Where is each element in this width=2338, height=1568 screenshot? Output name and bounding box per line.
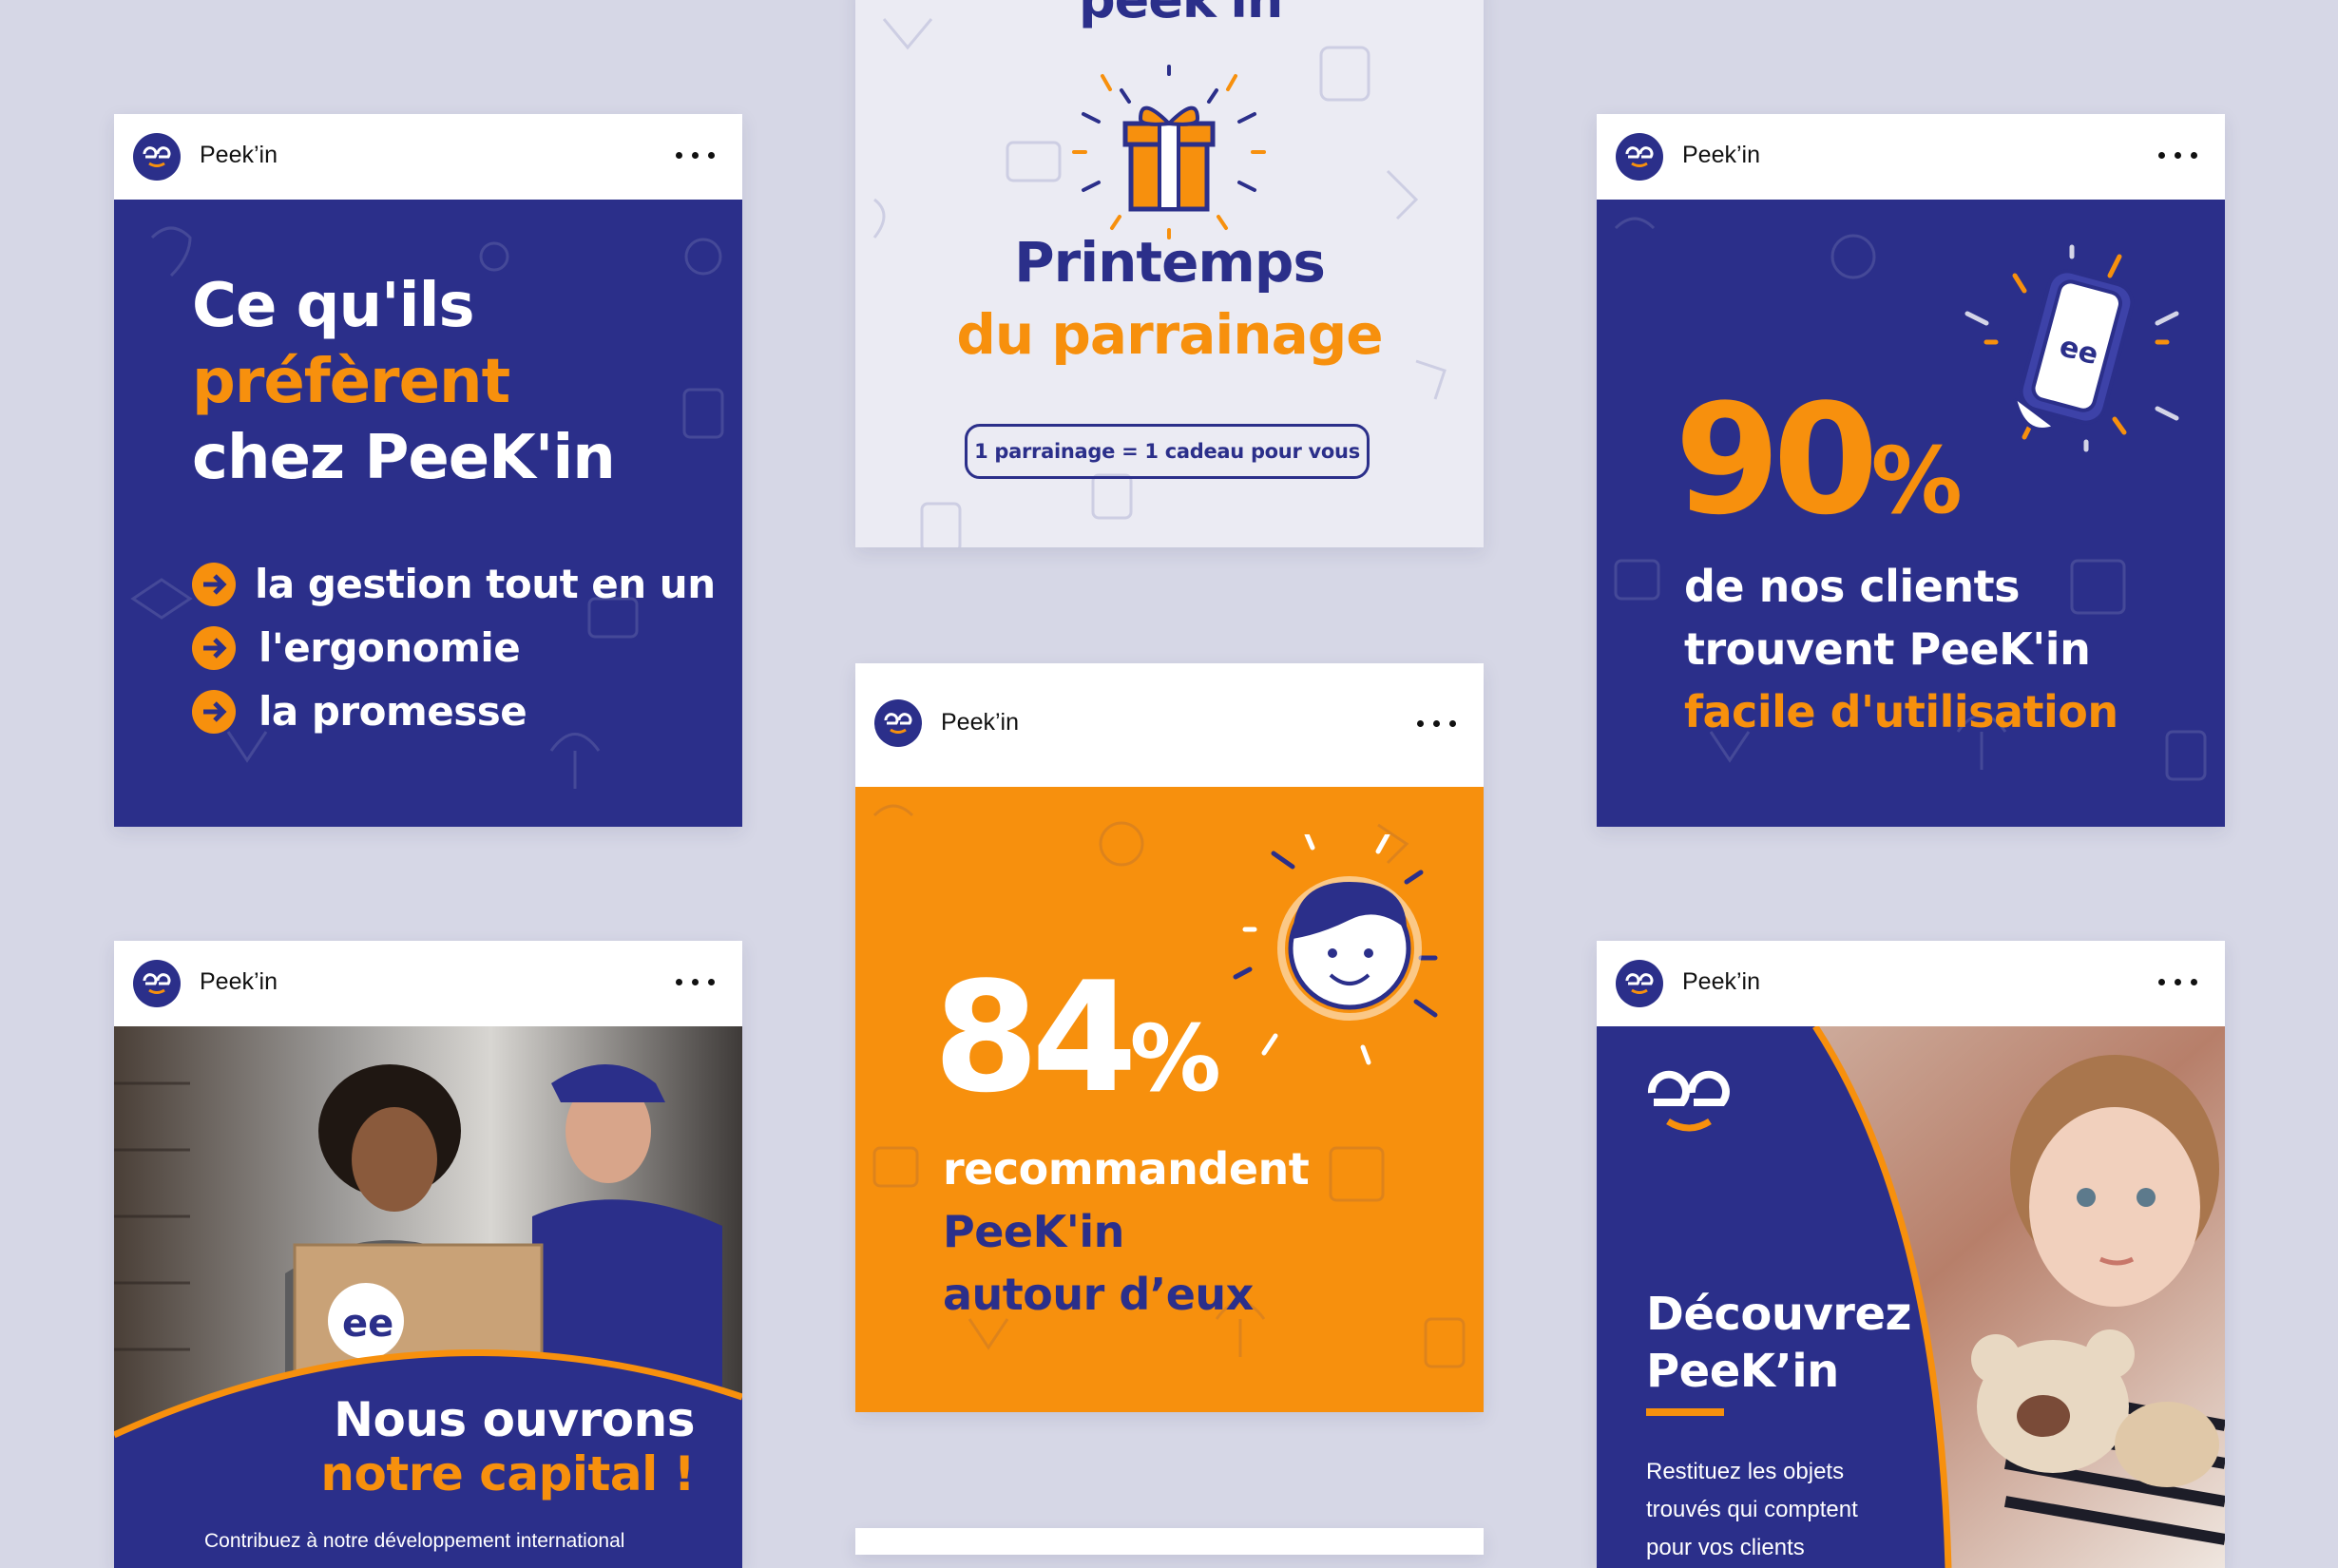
stat-line1: recommandent	[943, 1143, 1310, 1195]
body-line2: trouvés qui comptent	[1646, 1497, 1858, 1522]
brand-avatar[interactable]	[1616, 133, 1663, 181]
stat-percent: %	[1129, 1005, 1221, 1112]
stat-line3: facile d'utilisation	[1684, 686, 2118, 737]
arrow-right-icon	[192, 563, 236, 606]
arrow-right-icon	[192, 626, 236, 670]
stat-line2: PeeK'in	[943, 1206, 1124, 1257]
brand-avatar[interactable]	[133, 133, 181, 181]
ellipsis-icon[interactable]	[676, 979, 716, 986]
headline-line2: préfèrent	[192, 347, 510, 417]
post-header: Peek’in	[1597, 114, 2225, 200]
post-card-partial[interactable]	[855, 1528, 1484, 1555]
headline-line1: Ce qu'ils	[192, 271, 475, 341]
post-card-ease-of-use[interactable]: Peek’in ee 90% de nos clients trouvent P…	[1597, 114, 2225, 827]
list-item-label: la promesse	[259, 688, 527, 735]
post-image: 84% recommandent PeeK'in autour d’eux	[855, 787, 1484, 1412]
list-item-label: l'ergonomie	[259, 624, 521, 671]
headline-line2: PeeK’in	[1646, 1345, 1839, 1398]
phone-icon: ee	[1964, 244, 2179, 452]
svg-text:ee: ee	[342, 1302, 393, 1346]
stat-number: 84	[933, 948, 1138, 1126]
brand-avatar[interactable]	[874, 699, 922, 747]
stat-percent: %	[1870, 428, 1963, 534]
post-card-preferences[interactable]: Peek’in Ce qu'ils préfèrent chez PeeK'in…	[114, 114, 742, 827]
list-item-label: la gestion tout en un	[255, 561, 716, 607]
ellipsis-icon[interactable]	[1417, 720, 1457, 728]
post-header: Peek’in	[114, 114, 742, 200]
post-card-discover[interactable]: Peek’in Découvrez PeeK’in Restituez les …	[1597, 941, 2225, 1568]
ellipsis-icon[interactable]	[676, 152, 716, 160]
stat-line2: trouvent PeeK'in	[1684, 623, 2091, 675]
body-line1: Restituez les objets	[1646, 1459, 1845, 1484]
account-name[interactable]: Peek’in	[941, 709, 1019, 736]
stat-value: 90%	[1675, 371, 1963, 548]
post-header: Peek’in	[1597, 941, 2225, 1026]
post-image: ee 90% de nos clients trouvent PeeK'in f…	[1597, 200, 2225, 827]
stat-line3: autour d’eux	[943, 1269, 1254, 1320]
post-subtitle: du parrainage	[956, 302, 1383, 367]
stat-value: 84%	[933, 948, 1221, 1126]
body-text: Contribuez à notre développement interna…	[204, 1530, 625, 1552]
brand-logo: peek'in	[1079, 0, 1283, 29]
stat-line1: de nos clients	[1684, 561, 2021, 612]
arrow-right-icon	[192, 690, 236, 734]
ellipsis-icon[interactable]	[2158, 979, 2198, 986]
headline-line1: Découvrez	[1646, 1288, 1911, 1341]
headline-line3: chez PeeK'in	[192, 423, 616, 493]
account-name[interactable]: Peek’in	[200, 968, 278, 996]
account-name[interactable]: Peek’in	[1682, 142, 1760, 169]
headline-line1: Nous ouvrons	[334, 1392, 695, 1447]
face-icon	[1233, 834, 1438, 1065]
stat-number: 90	[1675, 371, 1879, 548]
headline-line2: notre capital !	[320, 1446, 695, 1501]
post-card-capital[interactable]: Peek’in ee Nous ouvrons notre capital ! …	[114, 941, 742, 1568]
post-image: Découvrez PeeK’in Restituez les objets t…	[1597, 1026, 2225, 1568]
referral-badge-text: 1 parrainage = 1 cadeau pour vous	[974, 440, 1360, 463]
account-name[interactable]: Peek’in	[1682, 968, 1760, 996]
post-header: Peek’in	[855, 663, 1484, 787]
referral-badge: 1 parrainage = 1 cadeau pour vous	[965, 424, 1370, 479]
brand-avatar[interactable]	[133, 960, 181, 1007]
post-card-recommend[interactable]: Peek’in 84% recommandent PeeK'in autour …	[855, 663, 1484, 1412]
account-name[interactable]: Peek’in	[200, 142, 278, 169]
post-title: Printemps	[1014, 230, 1326, 295]
post-header: Peek’in	[114, 941, 742, 1026]
ellipsis-icon[interactable]	[2158, 152, 2198, 160]
accent-underline	[1646, 1408, 1724, 1416]
post-image: Ce qu'ils préfèrent chez PeeK'in la gest…	[114, 200, 742, 827]
gift-icon	[1072, 65, 1266, 239]
body-line3: pour vos clients	[1646, 1535, 1805, 1560]
post-card-referral[interactable]: peek'in Printemps du parrainage 1 parrai…	[855, 0, 1484, 547]
post-image: ee Nous ouvrons notre capital ! Contribu…	[114, 1026, 742, 1568]
brand-avatar[interactable]	[1616, 960, 1663, 1007]
peekin-logo-icon	[1647, 1070, 1730, 1132]
